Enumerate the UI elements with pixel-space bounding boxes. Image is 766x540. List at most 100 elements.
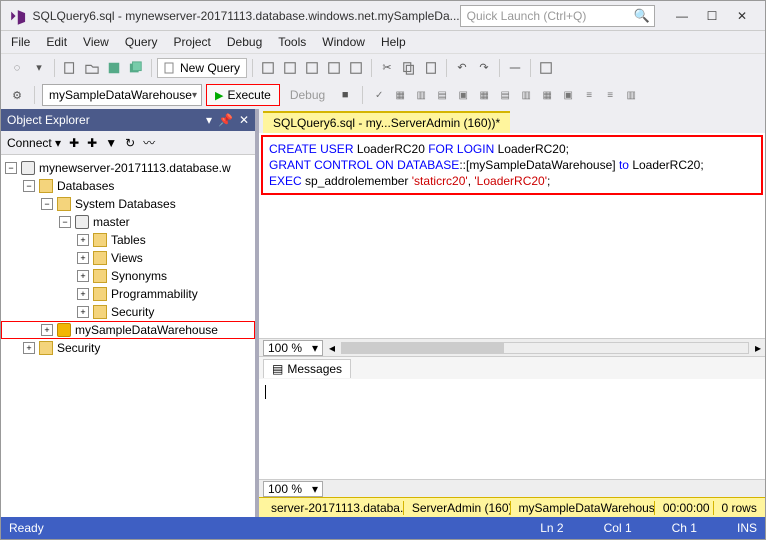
connect-icon-1[interactable]: ✚	[69, 136, 79, 150]
database-combo[interactable]: mySampleDataWarehouse ▾	[42, 84, 202, 106]
play-icon: ▶	[215, 89, 223, 102]
expand-icon[interactable]: +	[77, 306, 89, 318]
qt-5[interactable]: ▦	[475, 86, 493, 104]
messages-body[interactable]	[259, 379, 765, 479]
menu-query[interactable]: Query	[117, 32, 166, 52]
new-query-button[interactable]: New Query	[157, 58, 247, 78]
expand-icon[interactable]: +	[23, 342, 35, 354]
new-item-icon[interactable]	[60, 58, 80, 78]
close-button[interactable]: ✕	[727, 6, 757, 26]
stop-icon[interactable]: ■	[335, 85, 355, 105]
tb-c[interactable]	[302, 58, 322, 78]
expand-icon[interactable]: +	[77, 252, 89, 264]
qt-9[interactable]: ▣	[559, 86, 577, 104]
menu-view[interactable]: View	[75, 32, 117, 52]
collapse-icon[interactable]: −	[5, 162, 17, 174]
collapse-icon[interactable]: −	[59, 216, 71, 228]
dropdown-icon[interactable]: ▾	[206, 113, 212, 127]
qt-10[interactable]: ≡	[580, 86, 598, 104]
expand-icon[interactable]: +	[77, 234, 89, 246]
qt-1[interactable]: ▦	[391, 86, 409, 104]
tree-mysampledatawarehouse[interactable]: +mySampleDataWarehouse	[1, 321, 255, 339]
h-scrollbar[interactable]	[341, 342, 749, 354]
qt-4[interactable]: ▣	[454, 86, 472, 104]
open-icon[interactable]	[82, 58, 102, 78]
tree-synonyms[interactable]: +Synonyms	[1, 267, 255, 285]
menu-window[interactable]: Window	[314, 32, 373, 52]
tab-row: SQLQuery6.sql - my...ServerAdmin (160))*	[259, 109, 765, 133]
tree-security-inner[interactable]: +Security	[1, 303, 255, 321]
save-icon[interactable]	[104, 58, 124, 78]
expand-icon[interactable]: +	[77, 270, 89, 282]
qt-6[interactable]: ▤	[496, 86, 514, 104]
zoom-combo[interactable]: 100 %▾	[263, 340, 323, 356]
qt-3[interactable]: ▤	[433, 86, 451, 104]
check-icon[interactable]: ✓	[370, 86, 388, 104]
menu-file[interactable]: File	[3, 32, 38, 52]
collapse-icon[interactable]: −	[41, 198, 53, 210]
tb-b[interactable]	[280, 58, 300, 78]
tree-master[interactable]: −master	[1, 213, 255, 231]
menu-debug[interactable]: Debug	[219, 32, 270, 52]
expand-icon[interactable]: +	[77, 288, 89, 300]
query-toolbar: ⚙ mySampleDataWarehouse ▾ ▶ Execute Debu…	[1, 81, 765, 109]
filter-icon[interactable]: ▼	[105, 136, 117, 150]
tb-d[interactable]	[324, 58, 344, 78]
activity-icon[interactable]: 〰	[143, 134, 155, 151]
quick-launch-input[interactable]: Quick Launch (Ctrl+Q) 🔍	[460, 5, 655, 27]
scroll-left-icon[interactable]: ◂	[329, 341, 335, 355]
execute-button[interactable]: ▶ Execute	[206, 84, 280, 106]
tree-databases[interactable]: −Databases	[1, 177, 255, 195]
connect-bar: Connect ▾ ✚ ✚ ▼ ↻ 〰	[1, 131, 255, 155]
save-all-icon[interactable]	[126, 58, 146, 78]
close-panel-icon[interactable]: ✕	[239, 113, 249, 127]
server-icon	[21, 161, 35, 175]
tree-system-databases[interactable]: −System Databases	[1, 195, 255, 213]
tb-a[interactable]	[258, 58, 278, 78]
tb-g[interactable]	[536, 58, 556, 78]
zoom-bar-bottom: 100 %▾	[259, 479, 765, 497]
menu-edit[interactable]: Edit	[38, 32, 75, 52]
folder-icon	[57, 197, 71, 211]
qt-12[interactable]: ▥	[622, 86, 640, 104]
sql-editor[interactable]: CREATE USER LoaderRC20 FOR LOGIN LoaderR…	[261, 135, 763, 195]
nav-fwd-icon[interactable]: ▾	[29, 58, 49, 78]
tree-programmability[interactable]: +Programmability	[1, 285, 255, 303]
nav-back-icon[interactable]: ◌	[7, 58, 27, 78]
tree-security[interactable]: +Security	[1, 339, 255, 357]
cut-icon[interactable]: ✂	[377, 58, 397, 78]
qt-8[interactable]: ▦	[538, 86, 556, 104]
menu-help[interactable]: Help	[373, 32, 414, 52]
tb-e[interactable]	[346, 58, 366, 78]
status-line: Ln 2	[540, 521, 563, 535]
object-explorer-title: Object Explorer	[7, 113, 90, 127]
qt-7[interactable]: ▥	[517, 86, 535, 104]
qt-2[interactable]: ▥	[412, 86, 430, 104]
maximize-button[interactable]: ☐	[697, 6, 727, 26]
tree-tables[interactable]: +Tables	[1, 231, 255, 249]
messages-icon: ▤	[272, 362, 283, 376]
editor-tab[interactable]: SQLQuery6.sql - my...ServerAdmin (160))*	[263, 111, 510, 133]
zoom-combo-2[interactable]: 100 %▾	[263, 481, 323, 497]
pin-icon[interactable]: 📌	[218, 113, 233, 127]
menu-tools[interactable]: Tools	[270, 32, 314, 52]
connect-icon-2[interactable]: ✚	[87, 136, 97, 150]
copy-icon[interactable]	[399, 58, 419, 78]
tree-server[interactable]: −mynewserver-20171113.database.w	[1, 159, 255, 177]
tree-views[interactable]: +Views	[1, 249, 255, 267]
debug-button[interactable]: Debug	[284, 88, 331, 102]
undo-icon[interactable]: ↶	[452, 58, 472, 78]
menu-project[interactable]: Project	[166, 32, 219, 52]
refresh-icon[interactable]: ↻	[125, 136, 135, 150]
collapse-icon[interactable]: −	[23, 180, 35, 192]
qt-11[interactable]: ≡	[601, 86, 619, 104]
expand-icon[interactable]: +	[41, 324, 53, 336]
redo-icon[interactable]: ↷	[474, 58, 494, 78]
scroll-right-icon[interactable]: ▸	[755, 341, 761, 355]
connect-button[interactable]: Connect ▾	[7, 136, 61, 150]
tb-f[interactable]	[505, 58, 525, 78]
minimize-button[interactable]: —	[667, 6, 697, 26]
messages-tab[interactable]: ▤Messages	[263, 359, 351, 378]
paste-icon[interactable]	[421, 58, 441, 78]
qt-icon[interactable]: ⚙	[7, 85, 27, 105]
